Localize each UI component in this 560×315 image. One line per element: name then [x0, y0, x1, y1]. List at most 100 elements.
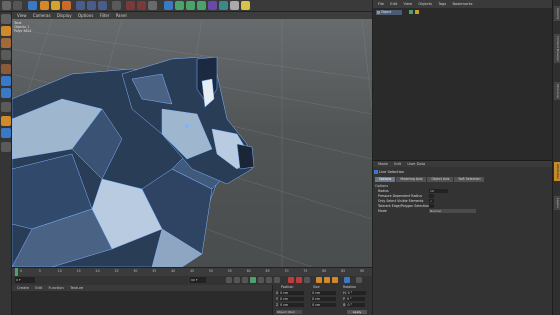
mode-dropdown[interactable]: Normal — [429, 209, 476, 213]
points-mode-icon[interactable] — [1, 64, 11, 74]
array-icon[interactable] — [197, 1, 206, 10]
material-menu-edit[interactable]: Edit — [35, 286, 42, 290]
pressure-radius-checkbox[interactable] — [429, 194, 434, 198]
coordinate-system-icon[interactable] — [112, 1, 121, 10]
timeline-ruler[interactable]: 0 5 10 15 20 25 30 35 40 45 50 55 60 65 70 75 80 85 90 — [12, 267, 372, 276]
tab-soft-selection[interactable]: Soft Selection — [454, 177, 485, 182]
snap-icon[interactable] — [1, 116, 11, 126]
size-x-field[interactable]: 0 cm — [311, 291, 337, 295]
tab-modeling-axis[interactable]: Modeling Axis — [396, 177, 427, 182]
floor-icon[interactable] — [219, 1, 228, 10]
strip-tab-structure[interactable]: Structure — [554, 82, 560, 100]
size-y-field[interactable]: 0 cm — [310, 297, 336, 301]
object-menu-view[interactable]: View — [404, 2, 413, 6]
phong-tag-icon[interactable] — [415, 10, 419, 14]
viewport-menu-cameras[interactable]: Cameras — [33, 12, 51, 19]
pen-icon[interactable] — [175, 1, 184, 10]
strip-tab-layers[interactable]: Layers — [554, 196, 560, 210]
visible-only-checkbox[interactable]: ✓ — [429, 199, 434, 203]
visibility-icon[interactable] — [409, 10, 413, 14]
playhead[interactable] — [15, 268, 18, 276]
rotation-h-field[interactable]: 0 ° — [346, 291, 366, 295]
go-to-start-icon[interactable] — [226, 277, 232, 283]
position-x-field[interactable]: 0 cm — [279, 291, 305, 295]
y-axis-icon[interactable] — [87, 1, 96, 10]
deformer-icon[interactable] — [208, 1, 217, 10]
tab-options[interactable]: Options — [375, 177, 396, 182]
sculpt-icon[interactable] — [1, 142, 11, 152]
strip-tab-attributes[interactable]: Attributes — [554, 162, 560, 181]
material-list[interactable] — [12, 291, 272, 315]
go-to-end-icon[interactable] — [274, 277, 280, 283]
object-menu-tags[interactable]: Tags — [438, 2, 446, 6]
apply-button[interactable]: Apply — [347, 310, 367, 314]
object-menu-bookmarks[interactable]: Bookmarks — [452, 2, 472, 6]
move-icon[interactable] — [40, 1, 49, 10]
redo-icon[interactable] — [13, 1, 22, 10]
autokey-icon[interactable] — [296, 277, 302, 283]
make-editable-icon[interactable] — [1, 14, 11, 24]
scale-key-icon[interactable] — [324, 277, 330, 283]
scale-icon[interactable] — [51, 1, 60, 10]
previous-key-icon[interactable] — [234, 277, 240, 283]
strip-tab-content-browser[interactable]: Content Browser — [554, 34, 560, 64]
rotation-p-field[interactable]: 0 ° — [345, 297, 365, 301]
tab-object-axis[interactable]: Object Axis — [427, 177, 454, 182]
solo-icon[interactable] — [1, 128, 11, 138]
viewport-menu-panel[interactable]: Panel — [116, 12, 127, 19]
attr-menu-edit[interactable]: Edit — [394, 162, 401, 166]
end-frame-field[interactable]: 90 F — [190, 277, 206, 283]
edges-mode-icon[interactable] — [1, 76, 11, 86]
live-selection-icon[interactable] — [28, 1, 37, 10]
object-menu-edit[interactable]: Edit — [390, 2, 397, 6]
rotation-b-field[interactable]: 0 ° — [346, 303, 366, 307]
texture-mode-icon[interactable] — [1, 38, 11, 48]
next-frame-icon[interactable] — [258, 277, 264, 283]
parameter-key-icon[interactable] — [344, 277, 350, 283]
material-menu-texture[interactable]: Texture — [70, 286, 83, 290]
material-menu-create[interactable]: Create — [17, 286, 29, 290]
axis-mode-icon[interactable] — [1, 102, 11, 112]
start-frame-field[interactable]: 0 F — [15, 277, 35, 283]
record-icon[interactable] — [288, 277, 294, 283]
render-settings-icon[interactable] — [148, 1, 157, 10]
radius-field[interactable]: 10 — [429, 189, 448, 193]
previous-frame-icon[interactable] — [242, 277, 248, 283]
render-picture-viewer-icon[interactable] — [137, 1, 146, 10]
object-row[interactable]: Object — [376, 10, 402, 15]
timeline-menu-icon[interactable] — [356, 277, 362, 283]
coords-mode-dropdown[interactable]: Object (Rel) — [276, 310, 302, 314]
attr-menu-user-data[interactable]: User Data — [407, 162, 425, 166]
position-y-field[interactable]: 0 cm — [278, 297, 304, 301]
strip-tab-objects[interactable]: Objects — [554, 6, 560, 22]
subdivision-icon[interactable] — [186, 1, 195, 10]
viewport-menu-filter[interactable]: Filter — [100, 12, 110, 19]
cube-icon[interactable] — [164, 1, 173, 10]
rotate-icon[interactable] — [62, 1, 71, 10]
size-z-field[interactable]: 0 cm — [311, 303, 337, 307]
workplane-icon[interactable] — [1, 50, 11, 60]
next-key-icon[interactable] — [266, 277, 272, 283]
z-axis-icon[interactable] — [98, 1, 107, 10]
render-view-icon[interactable] — [126, 1, 135, 10]
model-mode-icon[interactable] — [1, 26, 11, 36]
viewport-menu-display[interactable]: Display — [57, 12, 72, 19]
light-icon[interactable] — [241, 1, 250, 10]
perspective-viewport[interactable]: Total Objects 1 Polys 3824 — [12, 19, 372, 267]
tolerant-selection-checkbox[interactable] — [429, 204, 434, 208]
camera-icon[interactable] — [230, 1, 239, 10]
x-axis-icon[interactable] — [76, 1, 85, 10]
material-menu-function[interactable]: Function — [48, 286, 63, 290]
object-menu-file[interactable]: File — [378, 2, 384, 6]
polygons-mode-icon[interactable] — [1, 88, 11, 98]
position-z-field[interactable]: 0 cm — [279, 303, 305, 307]
position-key-icon[interactable] — [316, 277, 322, 283]
object-menu-objects[interactable]: Objects — [418, 2, 432, 6]
rotation-key-icon[interactable] — [332, 277, 338, 283]
attr-menu-mode[interactable]: Mode — [378, 162, 388, 166]
undo-icon[interactable] — [2, 1, 11, 10]
keyframe-selection-icon[interactable] — [304, 277, 310, 283]
object-tree[interactable]: Object — [372, 8, 552, 160]
play-icon[interactable] — [250, 277, 256, 283]
viewport-menu-options[interactable]: Options — [78, 12, 93, 19]
